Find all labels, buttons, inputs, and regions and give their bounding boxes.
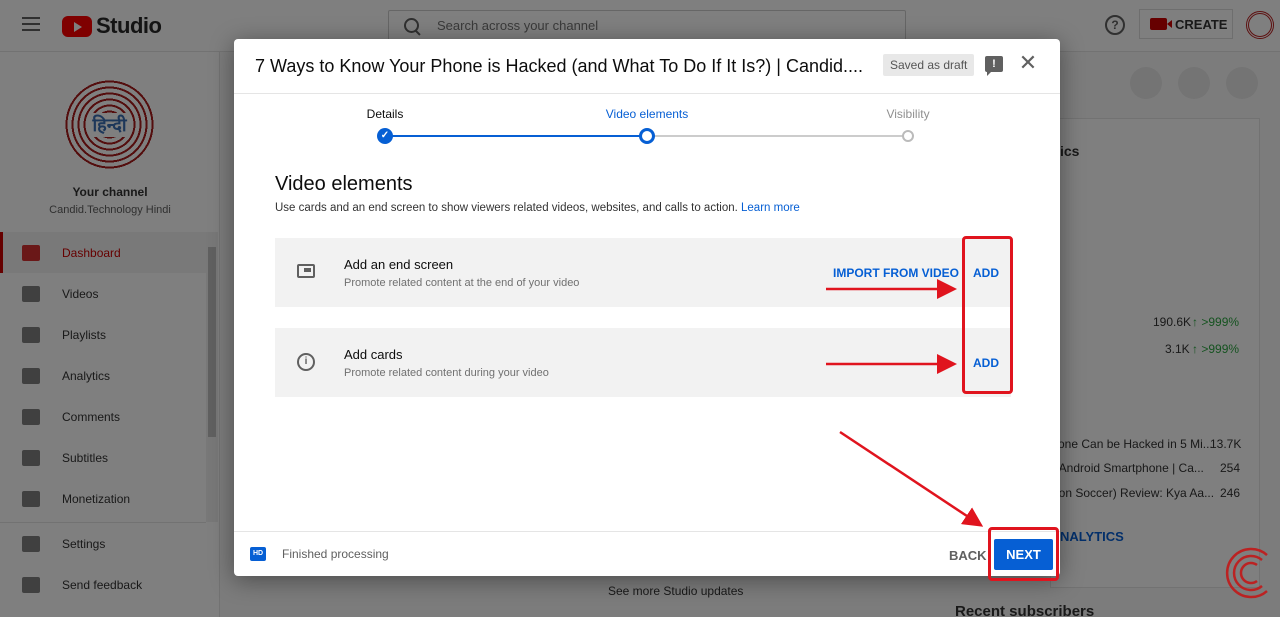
import-from-video-button[interactable]: IMPORT FROM VIDEO <box>833 266 959 280</box>
section-description: Use cards and an end screen to show view… <box>275 202 800 214</box>
video-details-dialog: 7 Ways to Know Your Phone is Hacked (and… <box>234 39 1060 576</box>
step-connector <box>647 135 907 137</box>
learn-more-link[interactable]: Learn more <box>741 202 800 214</box>
end-screen-icon <box>297 264 315 278</box>
step-details-label[interactable]: Details <box>367 107 404 121</box>
processing-status: Finished processing <box>282 547 389 561</box>
highlight-next-button-box <box>988 527 1059 581</box>
dialog-title: 7 Ways to Know Your Phone is Hacked (and… <box>255 56 863 76</box>
draft-status-badge: Saved as draft <box>883 54 975 76</box>
upload-stepper: Details Video elements Visibility ✓ <box>234 94 1060 154</box>
section-title: Video elements <box>275 173 413 195</box>
info-icon: i <box>297 353 315 371</box>
hd-icon: HD <box>250 547 266 561</box>
step-connector <box>385 135 647 137</box>
step-visibility-label[interactable]: Visibility <box>886 107 929 121</box>
cards-subtitle: Promote related content during your vide… <box>344 367 549 379</box>
highlight-add-buttons-box <box>962 236 1013 394</box>
step-pending-dot[interactable] <box>902 130 914 142</box>
step-current-dot[interactable] <box>639 128 655 144</box>
check-icon[interactable]: ✓ <box>377 128 393 144</box>
cards-title: Add cards <box>344 347 403 362</box>
close-icon[interactable]: ✕ <box>1018 52 1038 74</box>
end-screen-subtitle: Promote related content at the end of yo… <box>344 277 580 289</box>
end-screen-title: Add an end screen <box>344 257 454 272</box>
dialog-footer: HD Finished processing BACK NEXT <box>234 531 1060 576</box>
end-screen-row: Add an end screen Promote related conten… <box>275 238 1011 307</box>
cards-row: i Add cards Promote related content duri… <box>275 328 1011 397</box>
candid-technology-logo <box>1225 547 1268 599</box>
step-video-elements-label[interactable]: Video elements <box>606 107 689 121</box>
back-button[interactable]: BACK <box>949 548 987 563</box>
dialog-header: 7 Ways to Know Your Phone is Hacked (and… <box>234 39 1060 94</box>
feedback-icon[interactable]: ! <box>985 56 1003 76</box>
